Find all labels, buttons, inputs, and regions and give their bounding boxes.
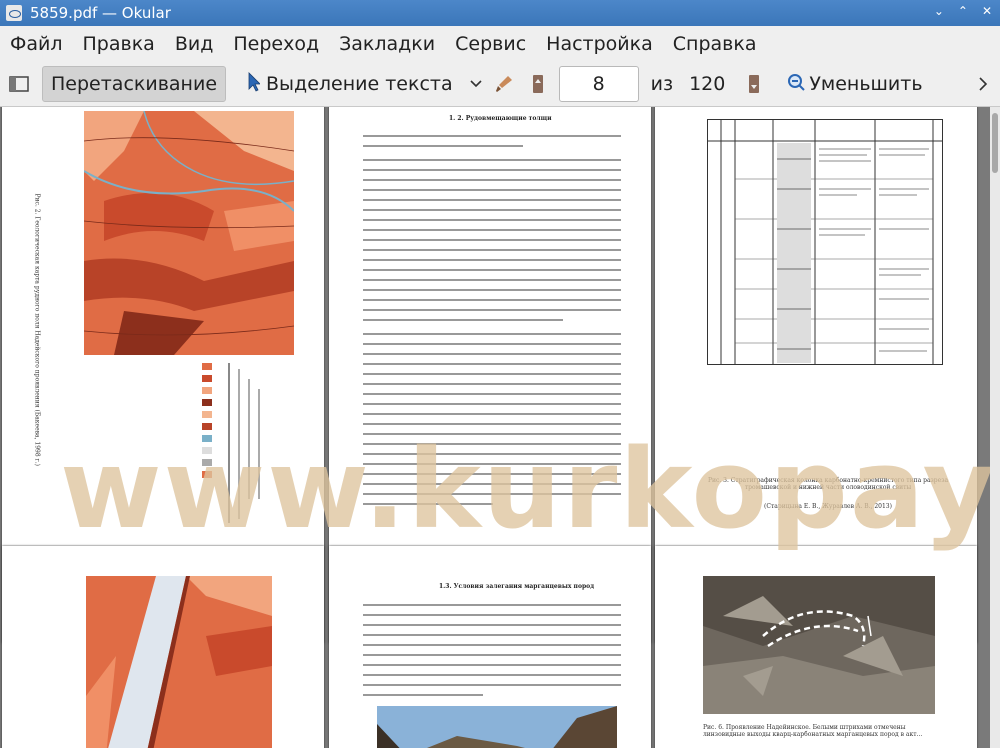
menu-edit[interactable]: Правка: [73, 33, 165, 55]
menu-tools[interactable]: Сервис: [445, 33, 536, 55]
total-pages-label: 120: [689, 73, 726, 95]
maximize-button[interactable]: ⌃: [958, 4, 968, 18]
scrollbar-thumb[interactable]: [992, 113, 998, 173]
page-12: Рис. 6. Проявление Надейинское. Белыми ш…: [655, 546, 977, 748]
geological-map-2: [86, 576, 272, 748]
text-selection-button[interactable]: Выделение текста: [240, 67, 461, 101]
browse-tool-button[interactable]: Перетаскивание: [42, 66, 227, 102]
minimize-button[interactable]: ⌄: [934, 4, 944, 18]
page-8-title: 1. 2. Рудовмещающие толщи: [449, 115, 552, 122]
geological-map: [84, 111, 294, 355]
menu-view[interactable]: Вид: [165, 33, 224, 55]
page-12-caption: Рис. 6. Проявление Надейинское. Белыми ш…: [703, 724, 923, 738]
window-title: 5859.pdf — Okular: [30, 4, 171, 22]
window-controls: ⌄ ⌃ ✕: [934, 4, 992, 18]
page-9-caption: Рис. 3. Стратиграфическая колонка карбон…: [707, 477, 949, 491]
main-toolbar: Перетаскивание Выделение текста 8 из 120…: [0, 62, 1000, 107]
zoom-out-icon: [787, 73, 806, 96]
sidebar-toggle-icon[interactable]: [8, 73, 30, 95]
menu-file[interactable]: Файл: [0, 33, 73, 55]
brush-tool-icon[interactable]: [493, 73, 515, 95]
map-legend: [198, 359, 298, 569]
menu-go[interactable]: Переход: [223, 33, 329, 55]
text-selection-label: Выделение текста: [266, 73, 453, 95]
document-view[interactable]: Рис. 2. Геологическая карта рудного поля…: [0, 107, 990, 748]
next-page-icon[interactable]: [743, 73, 765, 95]
menu-settings[interactable]: Настройка: [536, 33, 663, 55]
outcrop-photo: [703, 576, 935, 714]
browse-tool-label: Перетаскивание: [51, 73, 218, 95]
page-10: [2, 546, 324, 748]
page-number-input[interactable]: 8: [558, 66, 639, 102]
previous-page-icon[interactable]: [527, 73, 549, 95]
page-11: 1.3. Условия залегания марганцевых пород: [329, 546, 651, 748]
page-of-label: из: [650, 73, 674, 95]
menu-help[interactable]: Справка: [663, 33, 767, 55]
page-9-caption-authors: (Старицына Е. В., Журавлев А. В., 2013): [764, 503, 892, 510]
zoom-out-button[interactable]: Уменьшить: [779, 67, 930, 101]
vertical-scrollbar[interactable]: [990, 107, 1000, 748]
stratigraphic-table: [707, 119, 943, 365]
menu-bar: Файл Правка Вид Переход Закладки Сервис …: [0, 26, 1000, 62]
okular-app-icon: [6, 5, 22, 21]
close-button[interactable]: ✕: [982, 4, 992, 18]
page-7-caption: Рис. 2. Геологическая карта рудного поля…: [33, 193, 41, 467]
page-11-title: 1.3. Условия залегания марганцевых пород: [439, 583, 595, 590]
landscape-photo: [377, 706, 617, 748]
cursor-icon: [248, 71, 261, 97]
chevron-down-icon[interactable]: [465, 73, 487, 95]
menu-bookmarks[interactable]: Закладки: [329, 33, 445, 55]
zoom-out-label: Уменьшить: [809, 73, 923, 95]
overflow-chevron-icon[interactable]: [972, 73, 994, 95]
title-bar: 5859.pdf — Okular ⌄ ⌃ ✕: [0, 0, 1000, 26]
